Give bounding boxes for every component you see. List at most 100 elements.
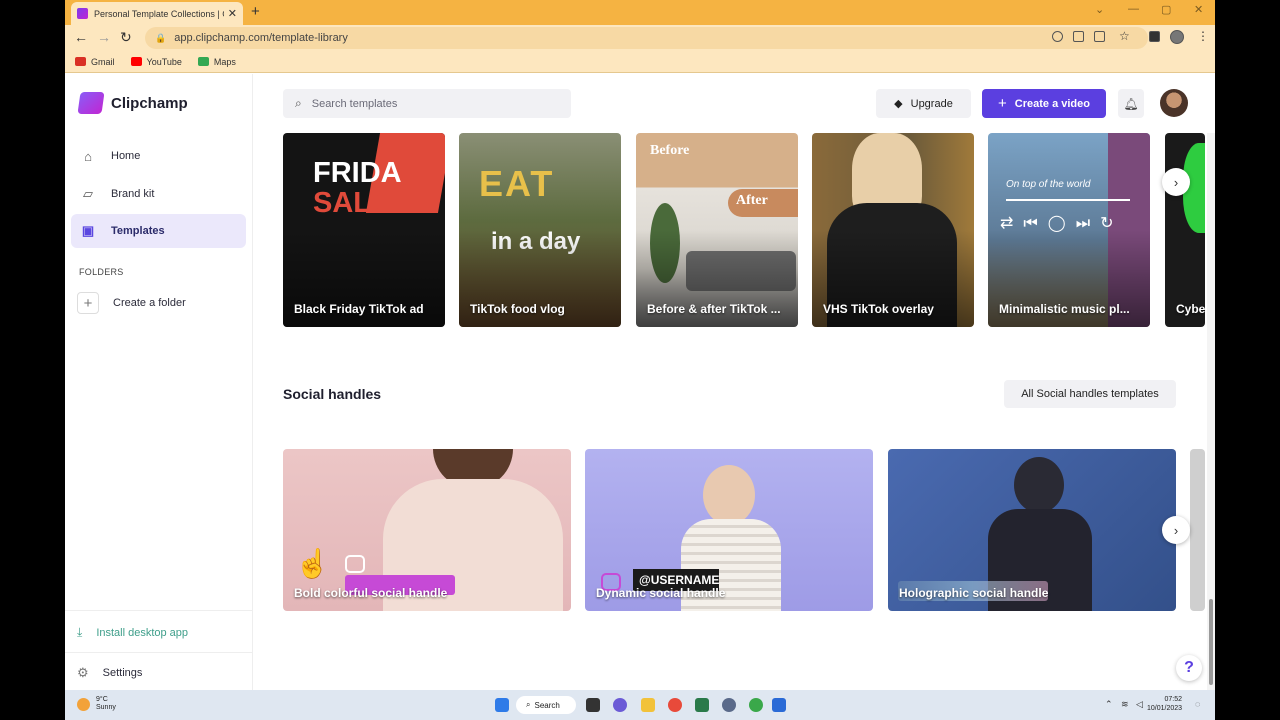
search-icon: ⌕ xyxy=(526,700,531,709)
minimize-icon[interactable]: — xyxy=(1128,3,1139,15)
template-card[interactable]: @USERNAME Dynamic social handle xyxy=(585,449,873,611)
maximize-icon[interactable]: ▢ xyxy=(1161,3,1171,16)
url-text: app.clipchamp.com/template-library xyxy=(174,32,348,44)
sidebar-item-label: Templates xyxy=(111,225,165,237)
sidebar-item-label: Home xyxy=(111,150,141,162)
tab-search-icon[interactable]: ⌄ xyxy=(1095,3,1104,16)
search-input[interactable]: ⌕ Search templates xyxy=(283,89,571,118)
teams-chat-icon[interactable] xyxy=(613,698,627,712)
card-art xyxy=(1014,457,1064,513)
sidebar-item-brand-kit[interactable]: ▱ Brand kit xyxy=(71,177,246,211)
brand-kit-icon: ▱ xyxy=(83,186,93,201)
sidebar-item-templates[interactable]: ▣ Templates xyxy=(71,214,246,248)
bookmark-youtube[interactable]: YouTube xyxy=(130,57,182,67)
home-icon: ⌂ xyxy=(84,148,92,164)
upgrade-label: Upgrade xyxy=(910,97,953,110)
template-card[interactable]: ☝ Bold colorful social handle xyxy=(283,449,571,611)
card-art xyxy=(1006,199,1130,201)
card-label: TikTok food vlog xyxy=(470,302,565,316)
taskbar: 9°C Sunny ⌕ Search ⌃ ≋ ◁ 07:52 10/01/202… xyxy=(65,690,1215,720)
template-card[interactable]: Before After Before & after TikTok ... xyxy=(636,133,798,327)
weather-temp: 9°C xyxy=(96,696,108,703)
settings-label: Settings xyxy=(102,667,143,679)
address-bar[interactable]: 🔒 app.clipchamp.com/template-library xyxy=(145,27,1148,49)
card-overlay-text: Before xyxy=(650,143,690,158)
help-button[interactable]: ? xyxy=(1176,655,1202,681)
clock[interactable]: 07:52 10/01/2023 xyxy=(1147,695,1182,713)
lock-icon: 🔒 xyxy=(155,32,167,43)
settings-app-icon[interactable] xyxy=(722,698,736,712)
chrome-profile-icon[interactable] xyxy=(749,698,763,712)
chevron-right-icon: › xyxy=(1173,522,1179,538)
template-card[interactable] xyxy=(1190,449,1205,611)
all-social-handles-button[interactable]: All Social handles templates xyxy=(1004,380,1176,408)
profile-avatar-icon[interactable] xyxy=(1170,30,1184,44)
bookmark-maps[interactable]: Maps xyxy=(197,57,236,67)
scrollbar[interactable] xyxy=(1207,133,1215,690)
taskbar-search[interactable]: ⌕ Search xyxy=(516,696,576,714)
google-icon[interactable] xyxy=(1052,31,1063,42)
share-icon[interactable] xyxy=(1094,31,1105,42)
card-label: Before & after TikTok ... xyxy=(647,302,781,316)
bookmark-star-icon[interactable]: ☆ xyxy=(1119,29,1130,43)
instagram-icon xyxy=(345,555,365,573)
forward-icon[interactable]: → xyxy=(97,29,111,45)
browser-tab[interactable]: Personal Template Collections | C ✕ xyxy=(71,2,243,25)
side-panel-icon[interactable] xyxy=(1149,31,1160,42)
card-label: Bold colorful social handle xyxy=(294,586,448,600)
notifications-button[interactable]: 🔔︎ xyxy=(1118,89,1144,118)
store-icon[interactable] xyxy=(772,698,786,712)
carousel-next-button[interactable]: › xyxy=(1162,516,1190,544)
tab-strip: Personal Template Collections | C ✕ + ⌄ … xyxy=(65,0,1215,25)
clipchamp-logo[interactable]: Clipchamp xyxy=(77,92,188,114)
windows-start-icon[interactable] xyxy=(495,698,509,712)
volume-icon[interactable]: ◁ xyxy=(1136,699,1143,710)
notification-icon[interactable]: ◌ xyxy=(1195,699,1200,709)
settings-link[interactable]: ⚙ Settings xyxy=(77,665,142,681)
bookmark-gmail[interactable]: Gmail xyxy=(75,57,115,67)
install-desktop-app-link[interactable]: ⤓ Install desktop app xyxy=(77,625,188,640)
gear-icon: ⚙ xyxy=(77,665,89,680)
template-card[interactable]: Cybe xyxy=(1165,133,1205,327)
sidebar-divider xyxy=(65,652,253,653)
back-icon[interactable]: ← xyxy=(74,29,88,45)
app-icon[interactable] xyxy=(695,698,709,712)
clock-time: 07:52 xyxy=(1164,696,1183,703)
task-view-icon[interactable] xyxy=(586,698,600,712)
template-card[interactable]: On top of the world ⇄⏮◯⏭↻ Minimalistic m… xyxy=(988,133,1150,327)
card-overlay-text: After xyxy=(736,193,768,208)
new-tab-icon[interactable]: + xyxy=(251,3,260,20)
install-icon[interactable] xyxy=(1073,31,1084,42)
template-card[interactable]: EAT in a day TikTok food vlog xyxy=(459,133,621,327)
chevron-up-icon[interactable]: ⌃ xyxy=(1105,699,1113,710)
card-label: Minimalistic music pl... xyxy=(999,302,1130,316)
template-card[interactable]: FRIDA SALE Black Friday TikTok ad xyxy=(283,133,445,327)
menu-icon[interactable]: ⋮ xyxy=(1197,29,1209,43)
card-label: VHS TikTok overlay xyxy=(823,302,934,316)
plus-icon: + xyxy=(77,292,99,314)
card-overlay-text: @USERNAME xyxy=(639,573,720,587)
upgrade-button[interactable]: ◆ Upgrade xyxy=(876,89,971,118)
reload-icon[interactable]: ↻ xyxy=(120,29,132,46)
clipchamp-logo-icon xyxy=(77,92,105,114)
chrome-icon[interactable] xyxy=(668,698,682,712)
sidebar-item-home[interactable]: ⌂ Home xyxy=(71,139,246,173)
file-explorer-icon[interactable] xyxy=(641,698,655,712)
clock-date: 10/01/2023 xyxy=(1147,705,1183,712)
carousel-next-button[interactable]: › xyxy=(1162,168,1190,196)
sidebar: Clipchamp ⌂ Home ▱ Brand kit ▣ Templates… xyxy=(65,74,253,690)
create-video-button[interactable]: + Create a video xyxy=(982,89,1106,118)
create-folder-button[interactable]: + Create a folder xyxy=(77,292,186,314)
avatar[interactable] xyxy=(1160,89,1188,117)
wifi-icon[interactable]: ≋ xyxy=(1121,699,1129,710)
close-window-icon[interactable]: ✕ xyxy=(1194,3,1203,16)
weather-widget[interactable]: 9°C Sunny xyxy=(77,696,116,712)
close-tab-icon[interactable]: ✕ xyxy=(228,7,237,20)
scrollbar-thumb[interactable] xyxy=(1209,599,1213,685)
search-placeholder: Search templates xyxy=(311,97,398,110)
diamond-icon: ◆ xyxy=(894,98,903,110)
template-card[interactable]: VHS TikTok overlay xyxy=(812,133,974,327)
youtube-icon xyxy=(130,57,142,66)
template-card[interactable]: Holographic social handle xyxy=(888,449,1176,611)
sidebar-divider xyxy=(65,610,253,611)
